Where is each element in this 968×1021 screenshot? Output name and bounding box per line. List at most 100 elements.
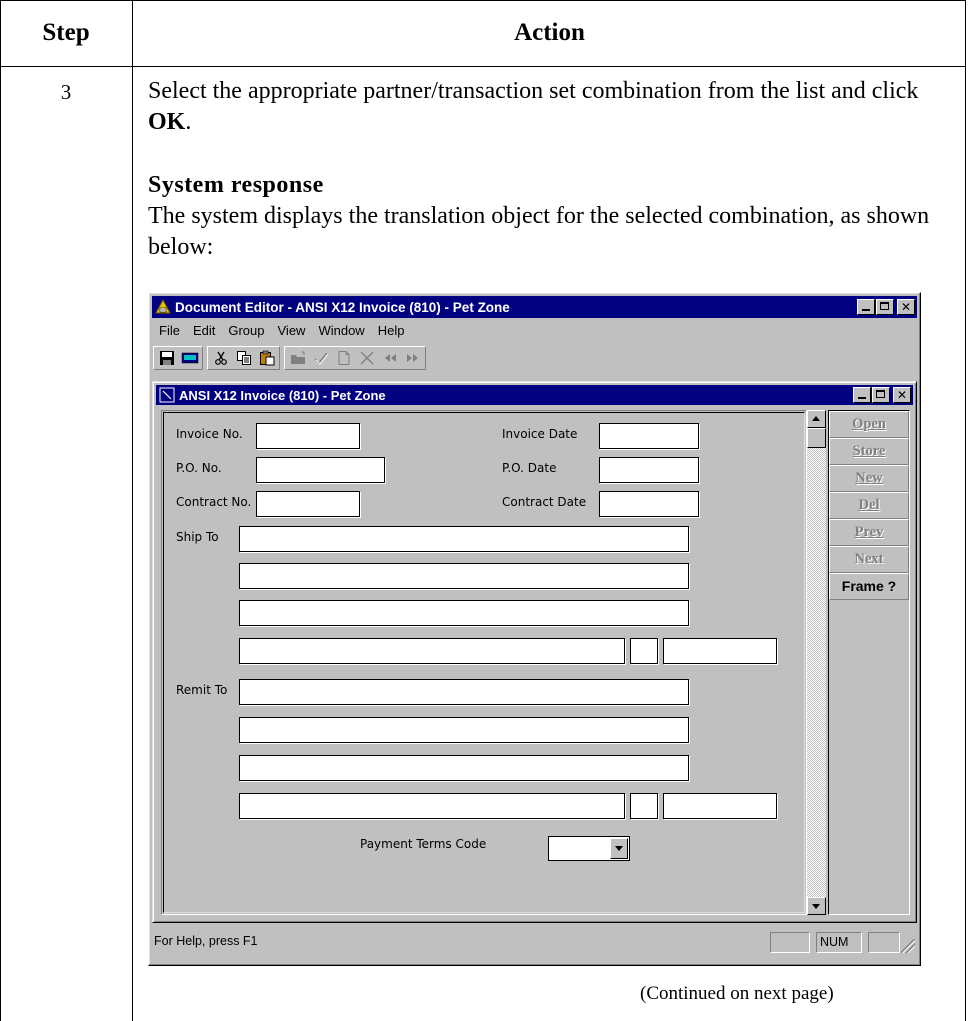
record-button-panel: Open Store New Del Prev Next Frame ? <box>828 410 910 915</box>
child-minimize-button[interactable] <box>853 387 871 403</box>
invoice-no-label: Invoice No. <box>176 427 243 441</box>
minimize-icon <box>858 397 866 399</box>
menu-view[interactable]: View <box>278 323 306 338</box>
po-no-field[interactable] <box>256 457 385 483</box>
delete-x-icon[interactable] <box>355 347 378 369</box>
paste-icon[interactable] <box>255 347 278 369</box>
header-action: Action <box>514 19 585 46</box>
dropdown-button[interactable] <box>610 838 628 859</box>
ship-to-zip-field[interactable] <box>663 638 777 664</box>
remit-to-line-3[interactable] <box>239 755 689 781</box>
check-icon[interactable] <box>309 347 332 369</box>
po-date-field[interactable] <box>599 457 699 483</box>
store-button-label: Store <box>852 443 886 459</box>
app-icon <box>155 298 171 315</box>
new-button[interactable]: New <box>829 465 909 492</box>
resize-grip-icon[interactable] <box>901 939 915 953</box>
child-close-button[interactable]: ✕ <box>893 387 911 403</box>
contract-no-field[interactable] <box>256 491 360 517</box>
maximize-icon <box>880 302 889 310</box>
save-icon[interactable] <box>155 347 178 369</box>
table-border-left <box>0 0 1 1021</box>
remit-to-line-2[interactable] <box>239 717 689 743</box>
rewind-icon[interactable] <box>378 347 401 369</box>
invoice-form: Invoice No. Invoice Date P.O. No. P.O. D… <box>161 410 807 915</box>
prev-button-label: Prev <box>854 524 884 540</box>
continued-note: (Continued on next page) <box>640 983 834 1004</box>
child-maximize-button[interactable] <box>872 387 890 403</box>
po-no-label: P.O. No. <box>176 461 222 475</box>
arrow-up-icon <box>812 416 820 421</box>
ship-to-line-1[interactable] <box>239 526 689 552</box>
main-title: Document Editor - ANSI X12 Invoice (810)… <box>175 299 510 315</box>
remit-to-zip-field[interactable] <box>663 793 777 819</box>
toolbar-group-navigation <box>284 346 426 370</box>
payment-terms-select[interactable] <box>548 836 630 861</box>
copy-icon[interactable] <box>232 347 255 369</box>
ship-to-city-field[interactable] <box>239 638 625 664</box>
remit-to-line-1[interactable] <box>239 679 689 705</box>
close-icon: ✕ <box>900 300 912 314</box>
prev-button[interactable]: Prev <box>829 519 909 546</box>
remit-to-city-field[interactable] <box>239 793 625 819</box>
contract-date-field[interactable] <box>599 491 699 517</box>
document-editor-window: Document Editor - ANSI X12 Invoice (810)… <box>148 292 921 966</box>
menu-window[interactable]: Window <box>318 323 364 338</box>
menu-group[interactable]: Group <box>228 323 264 338</box>
open-button[interactable]: Open <box>829 411 909 438</box>
form-frame: Invoice No. Invoice Date P.O. No. P.O. D… <box>163 412 805 913</box>
keyboard-icon[interactable] <box>178 347 201 369</box>
header-step: Step <box>42 19 90 46</box>
fast-forward-icon[interactable] <box>401 347 424 369</box>
status-panel-empty <box>770 932 810 953</box>
chevron-down-icon <box>615 846 623 851</box>
payment-terms-label: Payment Terms Code <box>360 837 487 851</box>
scroll-up-button[interactable] <box>807 410 826 428</box>
next-button[interactable]: Next <box>829 546 909 573</box>
remit-to-state-field[interactable] <box>630 793 658 819</box>
ship-to-line-3[interactable] <box>239 600 689 626</box>
cut-icon[interactable] <box>209 347 232 369</box>
invoice-no-field[interactable] <box>256 423 360 449</box>
child-title: ANSI X12 Invoice (810) - Pet Zone <box>179 387 386 403</box>
contract-date-label: Contract Date <box>502 495 587 509</box>
scroll-down-button[interactable] <box>807 897 826 915</box>
close-button[interactable]: ✕ <box>897 299 915 315</box>
store-button[interactable]: Store <box>829 438 909 465</box>
scroll-thumb[interactable] <box>807 428 826 448</box>
frame-button-label: Frame ? <box>841 578 897 594</box>
next-button-label: Next <box>854 551 884 567</box>
del-button[interactable]: Del <box>829 492 909 519</box>
ship-to-line-2[interactable] <box>239 563 689 589</box>
status-text: For Help, press F1 <box>154 934 258 948</box>
frame-button[interactable]: Frame ? <box>829 573 909 600</box>
table-border-right <box>965 0 966 1021</box>
invoice-date-label: Invoice Date <box>502 427 578 441</box>
invoice-date-field[interactable] <box>599 423 699 449</box>
menu-help[interactable]: Help <box>378 323 405 338</box>
open-button-label: Open <box>852 416 886 432</box>
minimize-icon <box>862 309 870 311</box>
status-bar: For Help, press F1 NUM <box>152 931 917 955</box>
open-folder-icon[interactable] <box>286 347 309 369</box>
contract-no-label: Contract No. <box>176 495 252 509</box>
ship-to-label: Ship To <box>176 530 219 544</box>
ship-to-state-field[interactable] <box>630 638 658 664</box>
system-response: System response The system displays the … <box>148 170 938 263</box>
menu-edit[interactable]: Edit <box>193 323 215 338</box>
instruction-pre: Select the appropriate partner/transacti… <box>148 78 919 104</box>
minimize-button[interactable] <box>857 299 875 315</box>
column-divider <box>132 0 133 1021</box>
new-doc-icon[interactable] <box>332 347 355 369</box>
vertical-scrollbar[interactable] <box>807 410 826 915</box>
main-title-bar: Document Editor - ANSI X12 Invoice (810)… <box>152 296 917 318</box>
status-panel-scrl <box>868 932 900 953</box>
step-number: 3 <box>60 80 72 104</box>
child-caption-buttons: ✕ <box>852 387 911 403</box>
response-text: The system displays the translation obje… <box>148 203 930 260</box>
maximize-button[interactable] <box>876 299 894 315</box>
menu-file[interactable]: File <box>159 323 180 338</box>
toolbar-group-edit <box>207 346 280 370</box>
toolbar <box>153 344 916 372</box>
arrow-down-icon <box>812 904 820 909</box>
